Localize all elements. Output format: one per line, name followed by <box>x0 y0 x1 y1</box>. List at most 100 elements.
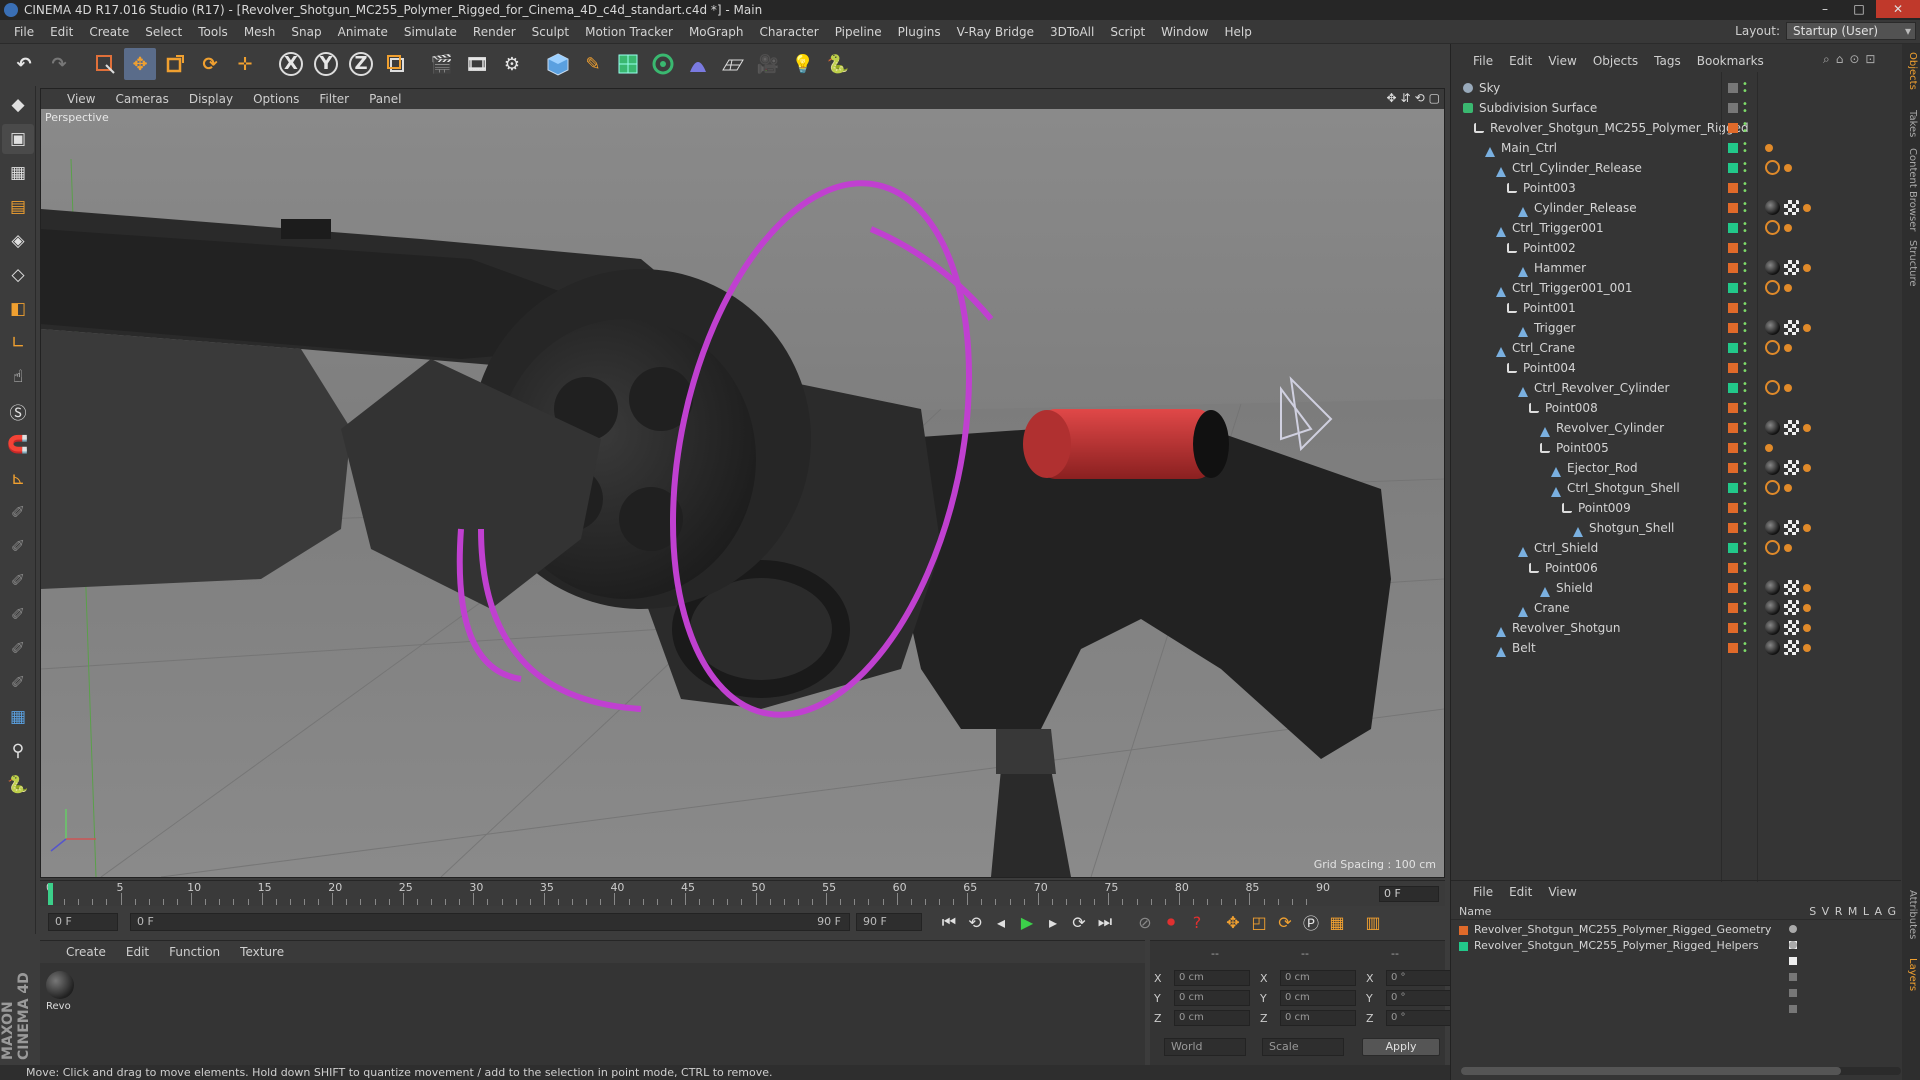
pos-z-field[interactable]: 0 cm <box>1174 1010 1250 1026</box>
object-name[interactable]: Shotgun_Shell <box>1589 518 1674 538</box>
menu-help[interactable]: Help <box>1216 20 1259 44</box>
layer-name[interactable]: Revolver_Shotgun_MC255_Polymer_Rigged_He… <box>1474 939 1759 952</box>
ik-tag-icon[interactable] <box>1765 280 1780 295</box>
layer-color-swatch[interactable] <box>1728 403 1738 413</box>
paint-tool-icon[interactable]: ✐ <box>2 498 34 528</box>
perspective-viewport[interactable]: View Cameras Display Options Filter Panel <box>40 88 1445 878</box>
texture-tag-icon[interactable] <box>1784 320 1799 335</box>
make-editable-icon[interactable]: ◆ <box>2 90 34 120</box>
visibility-dots-icon[interactable]: • • <box>1742 460 1748 477</box>
objects-menu-objects[interactable]: Objects <box>1593 54 1638 68</box>
object-name[interactable]: Ctrl_Crane <box>1512 338 1575 358</box>
material-tag-icon[interactable] <box>1765 460 1780 475</box>
visibility-dots-icon[interactable]: • • <box>1742 360 1748 377</box>
object-name[interactable]: Ctrl_Shield <box>1534 538 1598 558</box>
workplane-icon[interactable]: ▤ <box>2 192 34 222</box>
layer-color-swatch[interactable] <box>1728 343 1738 353</box>
layer-color-swatch[interactable] <box>1728 643 1738 653</box>
end-frame-field[interactable]: 90 F <box>856 913 922 931</box>
objects-menu-edit[interactable]: Edit <box>1509 54 1532 68</box>
layer-color-icon[interactable] <box>1459 925 1468 935</box>
objects-menu-file[interactable]: File <box>1473 54 1493 68</box>
material-menu-edit[interactable]: Edit <box>126 945 149 959</box>
menu-create[interactable]: Create <box>81 20 137 44</box>
pos-y-field[interactable]: 0 cm <box>1174 990 1250 1006</box>
visibility-dots-icon[interactable]: • • <box>1742 540 1748 557</box>
texture-tag-icon[interactable] <box>1784 260 1799 275</box>
deformer-icon[interactable] <box>682 48 714 80</box>
object-name[interactable]: Shield <box>1556 578 1593 598</box>
material-tag-icon[interactable] <box>1765 580 1780 595</box>
visibility-dots-icon[interactable]: • • <box>1742 260 1748 277</box>
render-settings-icon[interactable]: ⚙ <box>496 48 528 80</box>
menu-select[interactable]: Select <box>137 20 190 44</box>
visibility-dots-icon[interactable]: • • <box>1742 520 1748 537</box>
go-to-start-icon[interactable]: ⏮ <box>936 909 962 935</box>
key-pla-icon[interactable]: ▦ <box>1324 909 1350 935</box>
layer-color-swatch[interactable] <box>1728 323 1738 333</box>
y-axis-lock-button[interactable]: Y <box>310 48 342 80</box>
paint-s-icon[interactable]: ✐ <box>2 600 34 630</box>
xpresso-tag-icon[interactable] <box>1784 164 1792 172</box>
object-name[interactable]: Sky <box>1479 78 1500 98</box>
material-tag-icon[interactable] <box>1765 420 1780 435</box>
points-mode-icon[interactable]: ◈ <box>2 226 34 256</box>
layer-flags-icon[interactable] <box>1789 938 1803 1018</box>
visibility-dots-icon[interactable]: • • <box>1742 200 1748 217</box>
key-position-icon[interactable]: ✥ <box>1220 909 1246 935</box>
xpresso-tag-icon[interactable] <box>1784 384 1792 392</box>
layer-color-swatch[interactable] <box>1728 83 1738 93</box>
material-tag-icon[interactable] <box>1765 200 1780 215</box>
viewport-menu-panel[interactable]: Panel <box>369 92 401 106</box>
material-tag-icon[interactable] <box>1765 260 1780 275</box>
soft-selection-icon[interactable]: 🧲 <box>2 430 34 460</box>
visibility-dots-icon[interactable]: • • <box>1742 240 1748 257</box>
tab-takes[interactable]: Takes <box>1904 110 1918 137</box>
material-menu-texture[interactable]: Texture <box>240 945 284 959</box>
layer-color-swatch[interactable] <box>1728 543 1738 553</box>
object-name[interactable]: Ctrl_Revolver_Cylinder <box>1534 378 1669 398</box>
object-name[interactable]: Point006 <box>1545 558 1598 578</box>
key-parameter-icon[interactable]: Ⓟ <box>1298 909 1324 935</box>
z-axis-lock-button[interactable]: Z <box>345 48 377 80</box>
object-row[interactable]: Shield • • <box>1451 578 1901 598</box>
xpresso-tag-icon[interactable] <box>1803 464 1811 472</box>
object-row[interactable]: Point008 • • <box>1451 398 1901 418</box>
xpresso-tag-icon[interactable] <box>1803 324 1811 332</box>
texture-tag-icon[interactable] <box>1784 620 1799 635</box>
object-row[interactable]: Point005 • • <box>1451 438 1901 458</box>
object-row[interactable]: Cylinder_Release • • <box>1451 198 1901 218</box>
visibility-dots-icon[interactable]: • • <box>1742 400 1748 417</box>
layers-menu-view[interactable]: View <box>1548 885 1576 899</box>
minimize-button[interactable]: – <box>1808 0 1842 18</box>
last-tool-icon[interactable]: ✛ <box>229 48 261 80</box>
render-view-icon[interactable]: 🎬 <box>426 48 458 80</box>
pos-x-field[interactable]: 0 cm <box>1174 970 1250 986</box>
x-axis-lock-button[interactable]: X <box>275 48 307 80</box>
object-row[interactable]: Point002 • • <box>1451 238 1901 258</box>
texture-tag-icon[interactable] <box>1784 640 1799 655</box>
object-row[interactable]: Crane • • <box>1451 598 1901 618</box>
object-name[interactable]: Ctrl_Trigger001_001 <box>1512 278 1633 298</box>
material-menu-function[interactable]: Function <box>169 945 220 959</box>
ik-tag-icon[interactable] <box>1765 540 1780 555</box>
menu-simulate[interactable]: Simulate <box>396 20 465 44</box>
object-name[interactable]: Hammer <box>1534 258 1586 278</box>
menu-edit[interactable]: Edit <box>42 20 81 44</box>
grid-snap-icon[interactable]: ▦ <box>2 702 34 732</box>
live-selection-icon[interactable] <box>89 48 121 80</box>
menu-window[interactable]: Window <box>1153 20 1216 44</box>
menu-pipeline[interactable]: Pipeline <box>827 20 890 44</box>
tab-attributes[interactable]: Attributes <box>1904 890 1918 939</box>
visibility-dots-icon[interactable]: • • <box>1742 440 1748 457</box>
layout-dropdown[interactable]: Startup (User) <box>1786 22 1916 40</box>
material-tag-icon[interactable] <box>1765 520 1780 535</box>
object-row[interactable]: Ctrl_Trigger001 • • <box>1451 218 1901 238</box>
visibility-dots-icon[interactable]: • • <box>1742 300 1748 317</box>
texture-tag-icon[interactable] <box>1784 200 1799 215</box>
object-name[interactable]: Point009 <box>1578 498 1631 518</box>
frame-range-slider[interactable]: 0 F 90 F <box>130 913 850 931</box>
tab-structure[interactable]: Structure <box>1904 240 1918 287</box>
xpresso-tag-icon[interactable] <box>1803 524 1811 532</box>
layer-row[interactable]: Revolver_Shotgun_MC255_Polymer_Rigged_Ge… <box>1459 922 1797 997</box>
